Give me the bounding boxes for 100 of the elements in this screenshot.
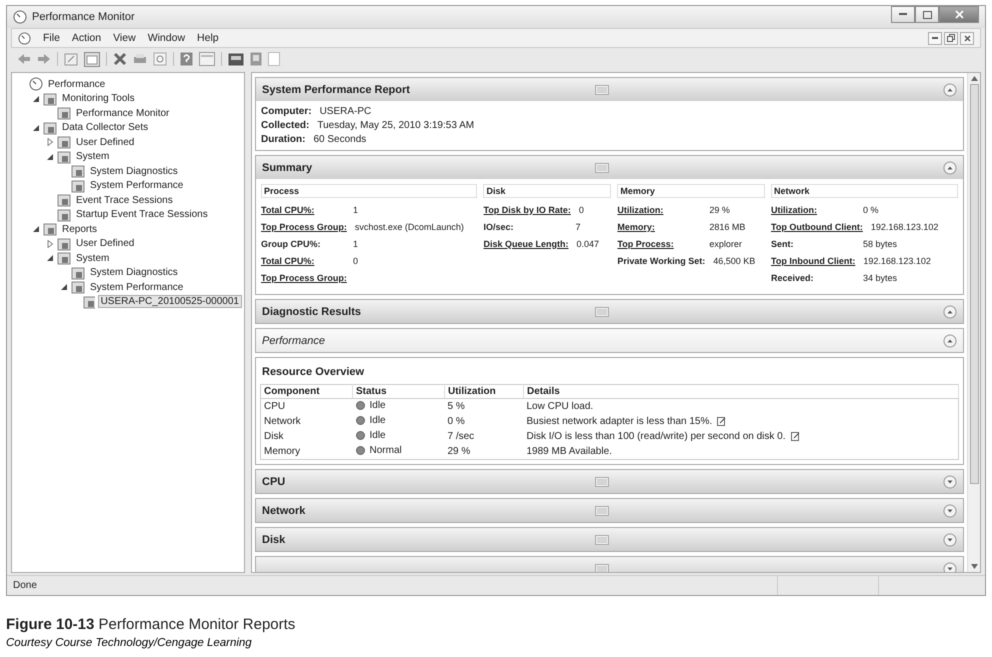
- delete-icon[interactable]: [113, 52, 127, 66]
- collapse-arrow-icon[interactable]: [32, 94, 40, 103]
- gauge-icon: [29, 77, 43, 92]
- tree-item[interactable]: System: [74, 252, 112, 264]
- tree-item[interactable]: System Performance: [88, 282, 186, 293]
- summary-value: 0.047: [576, 238, 600, 248]
- folder-icon: [43, 120, 57, 135]
- summary-link[interactable]: Memory:: [617, 220, 702, 232]
- table-cell: 5 %: [444, 398, 524, 414]
- menu-item[interactable]: Window: [148, 32, 186, 44]
- tree-item[interactable]: User Defined: [74, 136, 136, 148]
- summary-value: 1: [353, 204, 358, 214]
- summary-value: 46,500 KB: [713, 256, 756, 266]
- expand-button[interactable]: [943, 532, 957, 546]
- status-dot-icon: [356, 416, 364, 425]
- expand-arrow-icon[interactable]: [46, 240, 54, 248]
- tree-item[interactable]: System: [74, 151, 112, 162]
- summary-value: 0: [578, 204, 584, 214]
- tree-item[interactable]: USERA-PC_20100525-000001: [98, 295, 242, 308]
- collapse-arrow-icon[interactable]: [60, 283, 68, 292]
- summary-link[interactable]: Top Outbound Client:: [771, 220, 863, 232]
- tree-item[interactable]: System Diagnostics: [88, 267, 180, 278]
- table-header: Component: [260, 384, 352, 398]
- table-cell: Idle: [370, 430, 386, 441]
- collapse-arrow-icon[interactable]: [46, 152, 54, 161]
- monitor-icon[interactable]: [228, 52, 244, 66]
- restore-button[interactable]: [944, 32, 958, 44]
- table-cell: 1989 MB Available.: [526, 446, 612, 457]
- section-header[interactable]: Diagnostic Results: [256, 300, 963, 323]
- section-header[interactable]: Network: [256, 499, 963, 522]
- tree-item[interactable]: Data Collector Sets: [60, 122, 150, 134]
- scroll-down-icon[interactable]: [970, 564, 978, 569]
- menu-item[interactable]: Help: [197, 32, 219, 44]
- note-icon[interactable]: [717, 417, 726, 426]
- summary-link[interactable]: Utilization:: [617, 204, 702, 216]
- collapse-button[interactable]: [943, 304, 957, 318]
- section-header[interactable]: CPU: [256, 470, 963, 493]
- tree-item[interactable]: Event Trace Sessions: [74, 194, 175, 206]
- expand-button[interactable]: [943, 474, 957, 488]
- table-cell: Memory: [260, 444, 352, 460]
- expand-button[interactable]: [943, 504, 957, 518]
- section-title: Diagnostic Results: [262, 306, 362, 318]
- summary-link[interactable]: Top Disk by IO Rate:: [483, 204, 571, 216]
- summary-link[interactable]: Top Process:: [617, 238, 702, 250]
- minimize-icon: [932, 37, 938, 39]
- section-header[interactable]: Performance: [256, 329, 963, 352]
- help-icon[interactable]: [180, 52, 193, 66]
- zoom-icon[interactable]: [153, 52, 167, 66]
- summary-link[interactable]: Total CPU%:: [261, 204, 345, 216]
- scrollbar-thumb[interactable]: [970, 84, 978, 484]
- menu-item[interactable]: File: [43, 32, 60, 44]
- summary-value: 29 %: [709, 204, 730, 214]
- section-title: CPU: [262, 476, 286, 488]
- minimize-button[interactable]: [928, 32, 942, 44]
- scroll-up-icon[interactable]: [970, 76, 978, 81]
- expand-arrow-icon[interactable]: [46, 138, 54, 146]
- close-button[interactable]: [939, 6, 979, 23]
- section-header[interactable]: System Performance Report: [256, 78, 963, 101]
- tree-item[interactable]: Monitoring Tools: [60, 93, 137, 104]
- tree-item[interactable]: Performance Monitor: [74, 108, 172, 119]
- summary-link[interactable]: Disk Queue Length:: [483, 238, 568, 250]
- collapse-arrow-icon[interactable]: [32, 124, 40, 132]
- summary-link[interactable]: Top Process Group:: [261, 220, 347, 232]
- summary-value: 0: [353, 256, 358, 266]
- scrollbar[interactable]: [967, 73, 980, 572]
- collapse-button[interactable]: [943, 334, 957, 348]
- tree-item[interactable]: User Defined: [74, 238, 136, 250]
- summary-link[interactable]: Top Inbound Client:: [771, 254, 856, 266]
- tree-item[interactable]: Performance: [46, 78, 108, 90]
- section-header[interactable]: Summary: [256, 156, 963, 179]
- note-icon[interactable]: [790, 432, 800, 441]
- status-text: Done: [13, 580, 38, 591]
- column-header: Process: [261, 184, 478, 198]
- collapse-button[interactable]: [943, 82, 957, 96]
- summary-link[interactable]: Total CPU%:: [261, 254, 345, 266]
- menu-item[interactable]: Action: [72, 32, 102, 44]
- summary-link[interactable]: Top Process Group:: [261, 272, 347, 284]
- collapse-button[interactable]: [943, 160, 957, 174]
- window-icon[interactable]: [199, 52, 215, 66]
- summary-link[interactable]: Utilization:: [771, 204, 856, 216]
- table-header: Utilization: [444, 384, 524, 398]
- table-cell: Busiest network adapter is less than 15%.: [526, 416, 712, 427]
- menu-item[interactable]: View: [113, 32, 136, 44]
- section-title: Network: [262, 504, 306, 516]
- close-button[interactable]: [960, 32, 974, 44]
- collapse-arrow-icon[interactable]: [46, 254, 54, 262]
- table-header: Details: [524, 384, 958, 398]
- summary-value: 2816 MB: [709, 222, 746, 232]
- maximize-button[interactable]: [915, 6, 939, 23]
- status-dot-icon: [356, 446, 364, 455]
- collapse-arrow-icon[interactable]: [32, 225, 40, 234]
- console-tree-icon[interactable]: [84, 52, 100, 66]
- tree-item[interactable]: Startup Event Trace Sessions: [74, 209, 210, 220]
- tree-item[interactable]: Reports: [60, 224, 100, 235]
- minimize-button[interactable]: [891, 6, 915, 23]
- table-cell: Low CPU load.: [526, 401, 594, 412]
- expand-button[interactable]: [943, 562, 957, 572]
- tree-item[interactable]: System Diagnostics: [88, 166, 180, 177]
- tree-item[interactable]: System Performance: [88, 180, 186, 192]
- section-header[interactable]: Disk: [256, 528, 963, 551]
